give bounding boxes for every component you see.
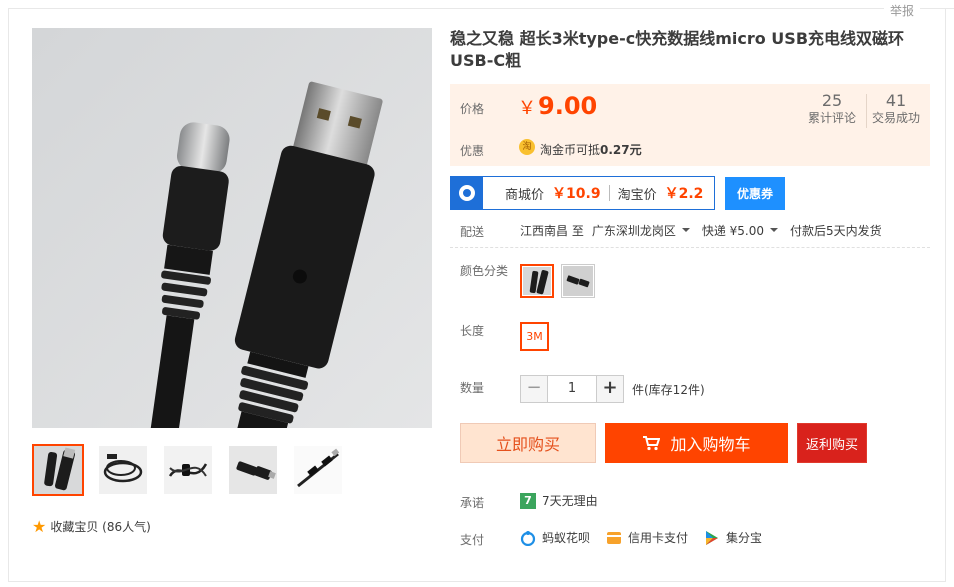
promise-row: 7 7天无理由 [520, 492, 598, 509]
promo-text: 淘金币可抵0.27元 [540, 143, 642, 157]
jifenbao-icon [706, 530, 719, 545]
ship-from: 江西南昌 至 [520, 224, 584, 238]
price-panel: 价格 ￥ 9.00 25 累计评论 41 交易成功 优惠 淘 淘金币可抵0.27… [450, 84, 930, 166]
thumbnail-2[interactable] [97, 444, 149, 496]
quantity-stepper: − 1 + 件(库存12件) [520, 375, 705, 403]
divider [866, 94, 867, 128]
reviews-count: 25 [821, 91, 843, 110]
cart-icon [643, 436, 661, 451]
thumbnail-3[interactable] [162, 444, 214, 496]
thumbnail-4[interactable] [227, 444, 279, 496]
price-currency: ￥ [518, 98, 536, 119]
divider [608, 185, 610, 201]
price: ￥ 9.00 [518, 92, 597, 120]
quantity-decrease-button[interactable]: − [520, 375, 548, 403]
reviews-stat[interactable]: 25 累计评论 [802, 92, 862, 126]
stock-text: 件(库存12件) [632, 382, 705, 397]
payment-label: 支付 [460, 533, 485, 547]
taobao-price: ￥2.2 [664, 186, 704, 202]
main-product-image[interactable] [32, 28, 432, 428]
taobao-coin-icon: 淘 [519, 139, 535, 155]
add-to-cart-label: 加入购物车 [670, 435, 751, 454]
promise-text[interactable]: 7天无理由 [542, 492, 598, 509]
rebate-buy-button[interactable]: 返利购买 [797, 423, 867, 463]
divider [924, 8, 954, 9]
payment-credit-card[interactable]: 信用卡支付 [628, 529, 688, 546]
payment-huabei[interactable]: 蚂蚁花呗 [542, 529, 590, 546]
credit-card-icon [607, 531, 622, 544]
favorite-label: 收藏宝贝 (86人气) [50, 520, 151, 534]
payment-jifenbao[interactable]: 集分宝 [726, 529, 762, 546]
buy-now-button[interactable]: 立即购买 [460, 423, 596, 463]
report-link[interactable]: 举报 [883, 2, 920, 19]
favorite-button[interactable]: ★ 收藏宝贝 (86人气) [32, 518, 151, 535]
mall-price: ￥10.9 [552, 186, 601, 202]
seven-day-icon: 7 [520, 492, 536, 509]
mall-price-label: 商城价 [505, 187, 545, 203]
color-option-1[interactable] [520, 264, 554, 298]
chevron-down-icon[interactable] [681, 227, 690, 232]
thumbnail-1[interactable] [32, 444, 84, 496]
promo-label: 优惠 [460, 144, 485, 158]
q-logo-icon [451, 177, 483, 209]
payment-row: 蚂蚁花呗 信用卡支付 集分宝 [520, 529, 762, 546]
quantity-label: 数量 [460, 381, 485, 395]
reviews-label: 累计评论 [807, 111, 856, 125]
sales-count: 41 [885, 91, 907, 110]
price-compare-strip: 商城价 ￥10.9 淘宝价 ￥2.2 [450, 176, 715, 210]
quantity-increase-button[interactable]: + [596, 375, 624, 403]
color-label: 颜色分类 [460, 264, 509, 278]
thumbnail-strip [32, 444, 344, 496]
shipping-label: 配送 [460, 225, 485, 239]
sales-stat: 41 交易成功 [868, 92, 924, 126]
shipping-row: 配送 江西南昌 至 广东深圳龙岗区 快递 ¥5.00 付款后5天内发货 [450, 218, 930, 248]
chevron-down-icon[interactable] [770, 227, 779, 232]
huabei-icon [520, 530, 536, 546]
price-value: 9.00 [538, 92, 598, 120]
ship-time: 付款后5天内发货 [790, 224, 882, 238]
quantity-input[interactable]: 1 [548, 375, 596, 403]
star-icon: ★ [32, 516, 47, 536]
color-option-2[interactable] [561, 264, 595, 298]
thumbnail-5[interactable] [292, 444, 344, 496]
price-label: 价格 [460, 102, 485, 116]
express-fee-select[interactable]: 快递 ¥5.00 [702, 222, 764, 239]
ship-destination-select[interactable]: 广东深圳龙岗区 [592, 222, 676, 239]
product-title: 稳之又稳 超长3米type-c快充数据线micro USB充电线双磁环USB-C… [450, 29, 905, 70]
sales-label: 交易成功 [871, 111, 920, 125]
length-option-3m[interactable]: 3M [520, 322, 549, 351]
length-label: 长度 [460, 324, 485, 338]
taobao-price-label: 淘宝价 [617, 187, 657, 203]
add-to-cart-button[interactable]: 加入购物车 [605, 423, 788, 463]
promise-label: 承诺 [460, 496, 485, 510]
coupon-button[interactable]: 优惠券 [725, 177, 785, 210]
